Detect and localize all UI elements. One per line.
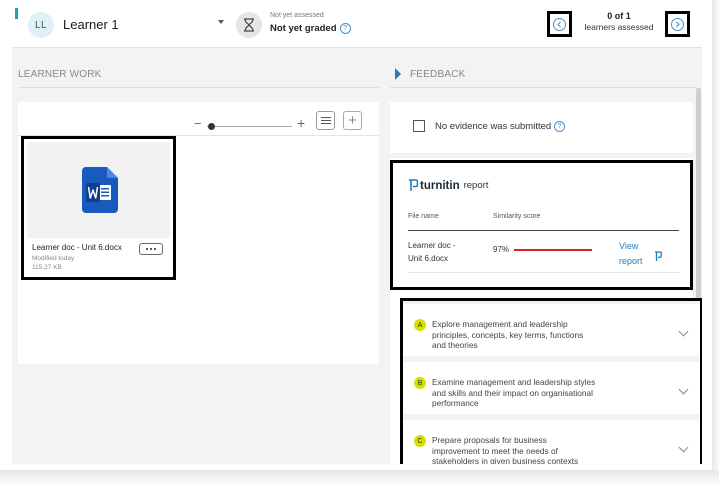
column-header-similarity: Similarity score xyxy=(493,213,541,220)
similarity-score: 97% xyxy=(493,245,510,254)
collapse-feedback-icon[interactable] xyxy=(395,68,401,80)
criterion-line: principles, concepts, key terms, functio… xyxy=(432,329,584,340)
no-evidence-checkbox[interactable] xyxy=(413,120,425,132)
list-icon-line xyxy=(320,123,331,125)
criterion-line: and theories xyxy=(432,340,478,350)
criterion-line: Explore management and leadership xyxy=(432,319,568,329)
report-file-name-line2: Unit 6.docx xyxy=(408,254,449,263)
chevron-down-icon[interactable] xyxy=(678,442,689,453)
zoom-slider[interactable] xyxy=(207,126,292,127)
criteria-list: A Explore management and leadership prin… xyxy=(400,298,702,464)
frame-shadow-bottom xyxy=(0,470,719,484)
file-thumbnail[interactable] xyxy=(27,142,170,238)
learner-selector[interactable]: Learner 1 xyxy=(63,17,119,32)
zoom-slider-handle[interactable] xyxy=(208,123,215,130)
criterion-line: Examine management and leadership styles xyxy=(432,377,596,387)
criterion-description: Explore management and leadership princi… xyxy=(432,319,617,351)
view-report-line2[interactable]: report xyxy=(619,254,659,269)
assessment-status: Not yet assessed xyxy=(270,12,324,19)
turnitin-report-card: turnitin report File name Similarity sco… xyxy=(390,160,693,290)
learner-header-bar: LL Learner 1 Not yet assessed Not yet gr… xyxy=(12,8,702,48)
avatar: LL xyxy=(28,12,54,38)
table-row-line xyxy=(408,272,679,273)
help-icon[interactable]: ? xyxy=(554,121,566,132)
view-report-line1[interactable]: View xyxy=(619,239,659,254)
chevron-down-icon[interactable] xyxy=(218,20,224,24)
help-icon[interactable]: ? xyxy=(339,23,351,34)
chevron-down-icon[interactable] xyxy=(678,326,689,337)
chevron-down-icon[interactable] xyxy=(678,384,689,395)
turnitin-report-label: report xyxy=(463,180,489,191)
more-options-button[interactable] xyxy=(139,243,163,255)
table-header-line xyxy=(408,230,679,231)
file-card[interactable]: Learner doc - Unit 6.docx Modified today… xyxy=(21,136,176,280)
turnitin-brand: turnitin xyxy=(420,179,460,192)
turnitin-logo: turnitin report xyxy=(408,179,488,192)
report-file-name-line1: Learner doc - xyxy=(408,241,456,250)
criterion-badge: C xyxy=(414,435,426,447)
turnitin-logo-icon xyxy=(409,179,418,191)
criterion-line: stakeholders in given business contexts xyxy=(432,456,579,464)
grading-app: LL Learner 1 Not yet assessed Not yet gr… xyxy=(12,8,702,464)
chevron-right-icon xyxy=(671,17,684,31)
view-report-link[interactable]: View report xyxy=(619,239,659,269)
zoom-in-icon[interactable]: + xyxy=(297,116,305,130)
list-icon-line xyxy=(320,116,331,118)
accent-strip xyxy=(15,8,18,19)
previous-learner-button[interactable] xyxy=(547,11,572,37)
avatar-initials: LL xyxy=(34,19,48,31)
criterion-description: Prepare proposals for business improveme… xyxy=(432,435,617,464)
no-evidence-label[interactable]: No evidence was submitted xyxy=(435,121,551,132)
zoom-out-icon[interactable]: − xyxy=(194,117,202,130)
scrollbar[interactable] xyxy=(696,88,701,328)
criterion-line: performance xyxy=(432,398,479,408)
similarity-bar xyxy=(514,249,592,251)
assessed-count: 0 of 1 xyxy=(607,11,631,21)
turnitin-open-icon[interactable] xyxy=(654,249,662,267)
no-evidence-row: No evidence was submitted? xyxy=(435,121,566,132)
divider xyxy=(18,87,379,88)
criterion-item-b[interactable]: B Examine management and leadership styl… xyxy=(403,362,700,414)
hourglass-icon xyxy=(236,12,262,38)
feedback-heading: FEEDBACK xyxy=(410,69,466,80)
file-modified: Modified today xyxy=(32,255,75,262)
criterion-line: Prepare proposals for business xyxy=(432,435,547,445)
report-file-name: Learner doc - Unit 6.docx xyxy=(408,239,468,265)
chevron-left-icon xyxy=(553,17,566,31)
dot xyxy=(154,248,156,250)
criterion-item-a[interactable]: A Explore management and leadership prin… xyxy=(403,304,700,356)
criterion-item-c[interactable]: C Prepare proposals for business improve… xyxy=(403,420,700,464)
add-file-button[interactable]: + xyxy=(343,111,362,130)
column-header-file-name: File name xyxy=(408,213,439,220)
grade-status-row: Not yet graded? xyxy=(270,23,351,34)
file-name[interactable]: Learner doc - Unit 6.docx xyxy=(32,243,122,252)
dot xyxy=(150,248,152,250)
assessed-label: learners assessed xyxy=(584,22,654,32)
criterion-description: Examine management and leadership styles… xyxy=(432,377,617,409)
next-learner-button[interactable] xyxy=(665,11,690,37)
grade-status: Not yet graded xyxy=(270,23,337,35)
screenshot-frame: LL Learner 1 Not yet assessed Not yet gr… xyxy=(0,0,719,484)
criterion-badge: A xyxy=(414,319,426,331)
file-size: 115.27 KB xyxy=(32,264,62,271)
learner-work-heading: LEARNER WORK xyxy=(18,69,102,80)
criterion-line: and skills and their impact on organisat… xyxy=(432,387,593,398)
criterion-line: improvement to meet the needs of xyxy=(432,445,558,456)
frame-shadow-right xyxy=(712,0,719,484)
criterion-badge: B xyxy=(414,377,426,389)
section-separator xyxy=(390,153,693,158)
divider xyxy=(390,87,697,88)
word-document-icon xyxy=(82,167,118,218)
list-view-button[interactable] xyxy=(316,111,335,130)
dot xyxy=(146,248,148,250)
list-icon-line xyxy=(320,119,331,122)
